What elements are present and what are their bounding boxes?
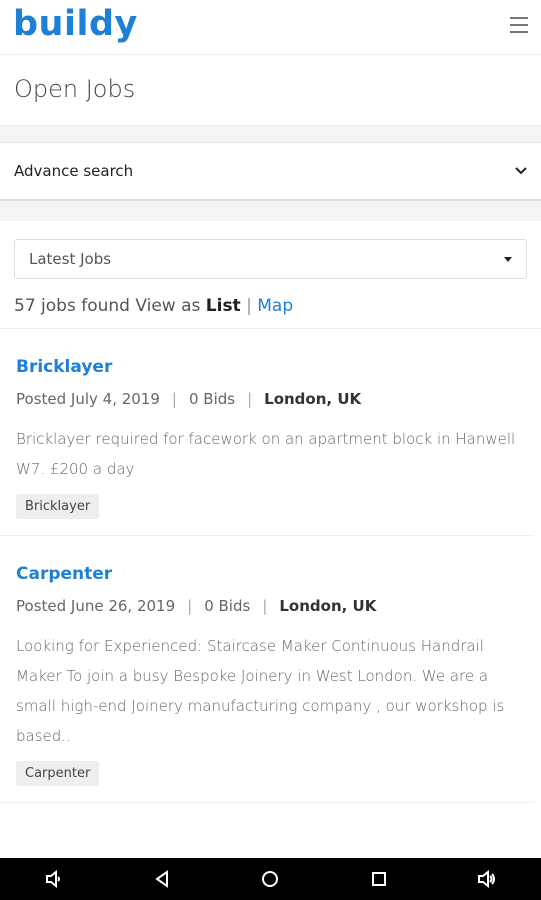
section-divider (0, 126, 541, 143)
home-icon[interactable] (255, 864, 285, 894)
section-divider (0, 201, 541, 221)
dropdown-caret-icon (504, 256, 512, 262)
job-posted-date: Posted July 4, 2019 (16, 390, 160, 408)
buildy-logo[interactable]: buildy (13, 4, 138, 44)
advanced-search-label: Advance search (14, 162, 134, 180)
job-location: London, UK (279, 597, 377, 615)
results-summary: 57 jobs found View as List | Map (0, 279, 541, 329)
job-tag[interactable]: Carpenter (16, 761, 100, 786)
view-list-option[interactable]: List (206, 296, 241, 316)
job-title[interactable]: Carpenter (16, 536, 518, 584)
page-title: Open Jobs (0, 55, 541, 126)
job-bids: 0 Bids (188, 390, 236, 408)
advanced-search-toggle[interactable]: Advance search (0, 143, 541, 201)
volume-up-icon[interactable] (472, 864, 502, 894)
recents-icon[interactable] (364, 864, 394, 894)
meta-separator: | (247, 390, 253, 408)
filter-area: Latest Jobs (0, 221, 541, 279)
results-count: 57 jobs found View as (14, 296, 201, 316)
job-title[interactable]: Bricklayer (16, 329, 518, 377)
view-separator: | (246, 296, 252, 316)
job-card[interactable]: Bricklayer Posted July 4, 2019 | 0 Bids … (0, 329, 534, 536)
job-tag[interactable]: Bricklayer (16, 494, 100, 519)
job-location: London, UK (264, 390, 362, 408)
job-card[interactable]: Carpenter Posted June 26, 2019 | 0 Bids … (0, 536, 534, 803)
job-bids: 0 Bids (204, 597, 251, 615)
job-posted-date: Posted June 26, 2019 (16, 597, 176, 615)
android-navigation-bar (0, 858, 541, 900)
meta-separator: | (171, 390, 177, 408)
job-meta: Posted July 4, 2019 | 0 Bids | London, U… (16, 390, 518, 408)
meta-separator: | (262, 597, 268, 615)
job-description: Looking for Experienced: Staircase Maker… (16, 637, 505, 745)
job-description: Bricklayer required for facework on an a… (16, 430, 516, 478)
job-meta: Posted June 26, 2019 | 0 Bids | London, … (16, 597, 518, 615)
sort-select[interactable]: Latest Jobs (14, 239, 527, 279)
hamburger-menu-icon[interactable] (510, 17, 528, 33)
back-icon[interactable] (147, 864, 177, 894)
top-header: buildy (0, 0, 541, 55)
volume-down-icon[interactable] (39, 864, 69, 894)
sort-select-value: Latest Jobs (29, 250, 112, 268)
meta-separator: | (187, 597, 193, 615)
chevron-down-icon (515, 167, 527, 175)
view-map-link[interactable]: Map (257, 296, 293, 316)
